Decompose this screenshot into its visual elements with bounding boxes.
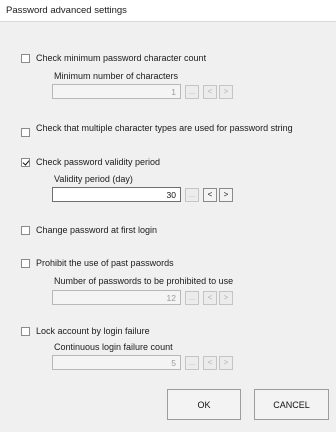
min-characters-increment-button[interactable]: > <box>219 85 233 99</box>
settings-panel: Check minimum password character count M… <box>0 22 336 432</box>
min-characters-input[interactable]: 1 <box>52 84 181 99</box>
first-login-change-label: Change password at first login <box>36 225 158 235</box>
prohibited-count-input[interactable]: 12 <box>52 290 181 305</box>
title-bar: Password advanced settings <box>0 0 336 22</box>
min-characters-label: Minimum number of characters <box>54 71 179 81</box>
window-title: Password advanced settings <box>6 5 127 16</box>
min-characters-decrement-button[interactable]: < <box>203 85 217 99</box>
validity-days-label: Validity period (day) <box>54 174 133 184</box>
login-failure-count-label: Continuous login failure count <box>54 342 173 352</box>
validity-days-increment-button[interactable]: > <box>219 188 233 202</box>
login-failure-count-input[interactable]: 5 <box>52 355 181 370</box>
first-login-change-option[interactable]: Change password at first login <box>21 225 157 236</box>
multi-char-types-checkbox[interactable] <box>21 128 30 137</box>
lock-account-checkbox[interactable] <box>21 327 30 336</box>
past-passwords-label: Prohibit the use of past passwords <box>36 258 174 268</box>
validity-period-checkbox[interactable] <box>21 158 30 167</box>
first-login-change-checkbox[interactable] <box>21 226 30 235</box>
login-failure-count-increment-button[interactable]: > <box>219 356 233 370</box>
prohibited-count-label: Number of passwords to be prohibited to … <box>54 276 234 286</box>
min-char-count-option[interactable]: Check minimum password character count <box>21 53 206 64</box>
past-passwords-checkbox[interactable] <box>21 259 30 268</box>
validity-days-input[interactable]: 30 <box>52 187 181 202</box>
lock-account-label: Lock account by login failure <box>36 326 150 336</box>
validity-period-label: Check password validity period <box>36 157 161 167</box>
validity-days-ellipsis-button[interactable]: ... <box>185 188 199 202</box>
lock-account-option[interactable]: Lock account by login failure <box>21 326 150 337</box>
min-char-count-checkbox[interactable] <box>21 54 30 63</box>
min-char-count-label: Check minimum password character count <box>36 53 207 63</box>
ok-button[interactable]: OK <box>167 389 241 420</box>
cancel-button[interactable]: CANCEL <box>254 389 329 420</box>
prohibited-count-ellipsis-button[interactable]: ... <box>185 291 199 305</box>
past-passwords-option[interactable]: Prohibit the use of past passwords <box>21 258 174 269</box>
login-failure-count-ellipsis-button[interactable]: ... <box>185 356 199 370</box>
multi-char-types-option[interactable]: Check that multiple character types are … <box>21 123 311 137</box>
validity-period-option[interactable]: Check password validity period <box>21 157 160 168</box>
validity-days-decrement-button[interactable]: < <box>203 188 217 202</box>
prohibited-count-decrement-button[interactable]: < <box>203 291 217 305</box>
min-characters-ellipsis-button[interactable]: ... <box>185 85 199 99</box>
login-failure-count-decrement-button[interactable]: < <box>203 356 217 370</box>
multi-char-types-label: Check that multiple character types are … <box>36 123 293 133</box>
prohibited-count-increment-button[interactable]: > <box>219 291 233 305</box>
